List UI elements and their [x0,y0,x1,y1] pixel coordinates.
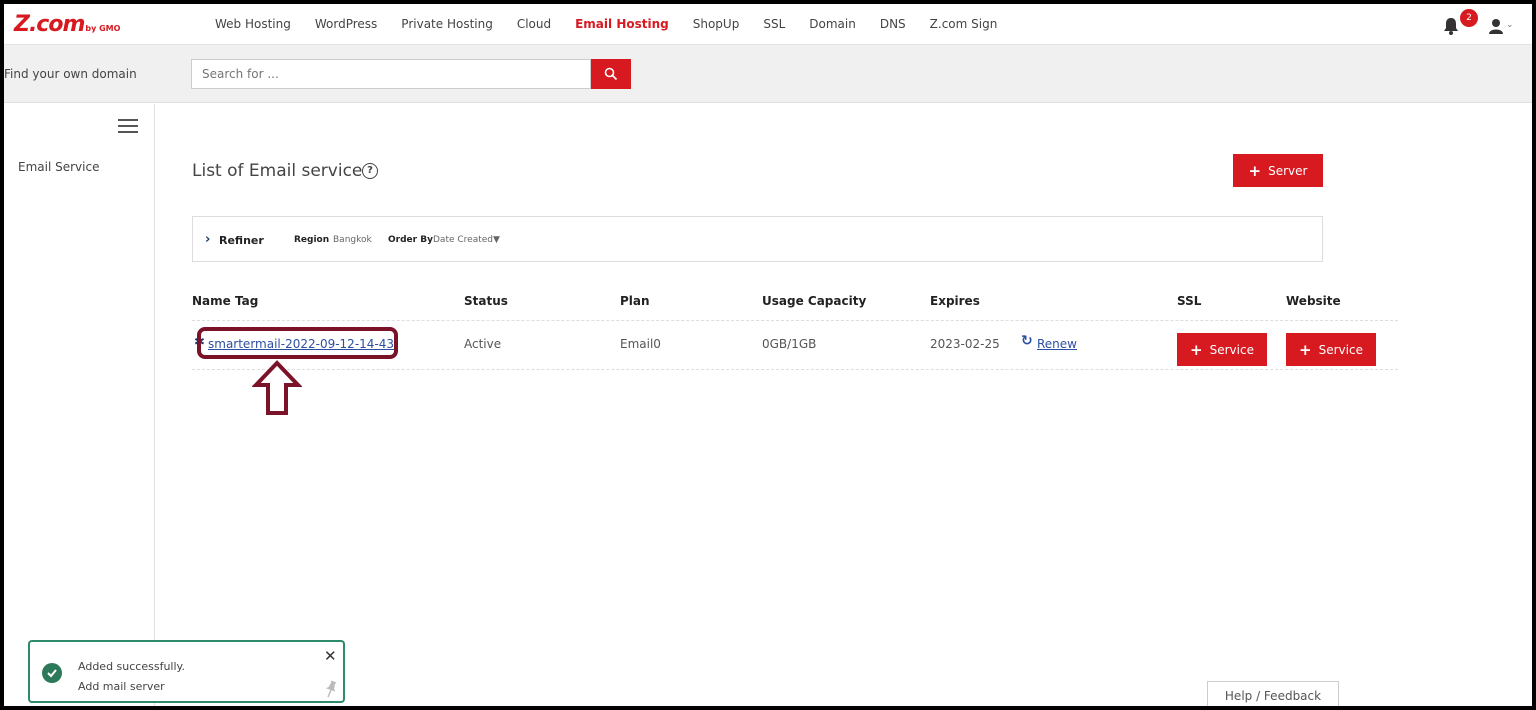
domain-search-input[interactable] [191,59,591,89]
nav-wordpress[interactable]: WordPress [315,17,377,31]
highlight-annotation [197,327,398,359]
user-icon[interactable] [1488,18,1504,34]
plus-icon: + [1299,340,1312,359]
column-header-ssl: SSL [1177,294,1202,308]
chevron-down-icon[interactable]: ⌄ [1506,20,1514,30]
column-header-expires: Expires [930,294,980,308]
main-nav: Web Hosting WordPress Private Hosting Cl… [215,17,1021,31]
close-icon[interactable]: ✕ [324,647,337,665]
toast-message: Add mail server [78,680,165,693]
region-value: Bangkok [333,235,372,245]
top-navigation: Z.comby GMO Web Hosting WordPress Privat… [4,4,1532,45]
search-icon [604,67,618,81]
renew-icon[interactable]: ↻ [1021,333,1033,349]
sidebar: Email Service [4,104,155,706]
nav-private-hosting[interactable]: Private Hosting [401,17,493,31]
column-header-website: Website [1286,294,1341,308]
add-server-button[interactable]: + Server [1233,154,1323,187]
check-circle-icon [42,663,62,683]
success-toast: Added successfully. Add mail server ✕ [28,640,345,703]
plus-icon: + [1190,340,1203,359]
zcom-logo[interactable]: Z.comby GMO [14,13,120,37]
expires-value: 2023-02-25 [930,337,1000,351]
bell-icon[interactable] [1441,16,1461,36]
order-by-key: Order By [388,235,433,245]
add-ssl-service-button[interactable]: + Service [1177,333,1267,366]
add-website-service-button[interactable]: + Service [1286,333,1376,366]
toast-title: Added successfully. [78,660,185,673]
help-icon[interactable]: ? [362,163,378,179]
table-divider [192,320,1398,321]
plan-value: Email0 [620,337,661,351]
help-feedback-button[interactable]: Help / Feedback [1207,681,1339,706]
region-key: Region [294,235,330,245]
ssl-service-label: Service [1209,342,1254,357]
nav-ssl[interactable]: SSL [763,17,785,31]
usage-value: 0GB/1GB [762,337,817,351]
app-window: Z.comby GMO Web Hosting WordPress Privat… [4,4,1532,706]
status-value: Active [464,337,502,351]
nav-shopup[interactable]: ShopUp [693,17,740,31]
column-header-plan: Plan [620,294,650,308]
chevron-right-icon[interactable]: › [205,232,210,247]
search-button[interactable] [591,59,631,89]
pin-icon[interactable] [324,680,338,698]
plus-icon: + [1248,161,1262,180]
notification-badge: 2 [1460,9,1478,27]
hamburger-menu-icon[interactable] [118,119,138,133]
column-header-status: Status [464,294,508,308]
website-service-label: Service [1318,342,1363,357]
up-arrow-annotation-icon [252,360,302,415]
renew-link[interactable]: Renew [1037,337,1077,351]
refiner-label: Refiner [219,234,264,247]
nav-zcom-sign[interactable]: Z.com Sign [930,17,998,31]
table-divider [192,369,1398,370]
column-header-usage-capacity: Usage Capacity [762,294,867,308]
refiner-panel[interactable]: › Refiner Region Bangkok Order By Date C… [192,216,1323,262]
find-domain-label: Find your own domain [4,67,137,81]
nav-dns[interactable]: DNS [880,17,906,31]
column-header-name-tag: Name Tag [192,294,259,308]
add-server-label: Server [1268,163,1308,178]
sidebar-item-email-service[interactable]: Email Service [18,160,99,174]
nav-web-hosting[interactable]: Web Hosting [215,17,291,31]
nav-cloud[interactable]: Cloud [517,17,551,31]
nav-email-hosting[interactable]: Email Hosting [575,17,669,31]
order-by-value[interactable]: Date Created▼ [433,235,500,245]
page-title: List of Email service [192,161,363,181]
nav-domain[interactable]: Domain [809,17,856,31]
domain-search-bar: Find your own domain [4,45,1532,103]
